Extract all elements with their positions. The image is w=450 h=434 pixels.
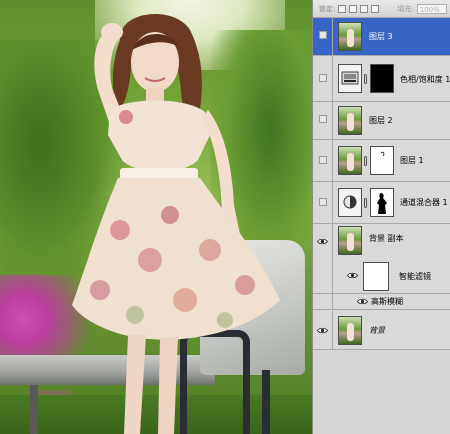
- layer-name[interactable]: 图层 1: [400, 156, 424, 166]
- smart-filter-mask-thumbnail[interactable]: [363, 262, 389, 291]
- visibility-cell[interactable]: [313, 102, 333, 139]
- layers-panel: 锁定: 填充: 100% 图层 3 色相/饱和度 1 图层 2 图层 1 通道混…: [312, 0, 450, 434]
- layer-row-layer-3[interactable]: 图层 3: [313, 18, 450, 56]
- layer-row-layer-1[interactable]: 图层 1: [313, 140, 450, 182]
- lock-label: 锁定:: [319, 4, 336, 13]
- woman-figure: [72, 13, 280, 434]
- layer-mask-thumbnail[interactable]: [370, 64, 394, 93]
- visibility-off-icon[interactable]: [319, 115, 327, 123]
- fill-input[interactable]: 100%: [416, 3, 447, 14]
- lock-toolbar: 锁定: 填充: 100%: [313, 0, 450, 18]
- adjustment-thumbnail: [338, 64, 362, 93]
- layer-name[interactable]: 通道混合器 1: [400, 198, 448, 208]
- panel-empty-area: [313, 350, 450, 434]
- mask-silhouette-icon: [377, 193, 387, 214]
- visibility-cell[interactable]: [313, 140, 333, 181]
- link-chain-icon[interactable]: [364, 156, 367, 166]
- visibility-cell[interactable]: [313, 182, 333, 223]
- eye-icon[interactable]: [317, 327, 328, 334]
- adjustment-thumbnail: [338, 188, 362, 217]
- link-chain-icon[interactable]: [364, 74, 367, 84]
- gaussian-blur-label[interactable]: 高斯模糊: [371, 297, 403, 307]
- visibility-cell: [313, 258, 333, 293]
- screenshot-root: 锁定: 填充: 100% 图层 3 色相/饱和度 1 图层 2 图层 1 通道混…: [0, 0, 450, 434]
- layer-row-background-copy[interactable]: 背景 副本: [313, 224, 450, 262]
- layer-row-hue-saturation[interactable]: 色相/饱和度 1: [313, 56, 450, 102]
- visibility-cell: [313, 294, 333, 309]
- layer-name[interactable]: 图层 2: [369, 116, 393, 126]
- layer-name[interactable]: 色相/饱和度 1: [400, 75, 450, 85]
- filter-eye-icon[interactable]: [357, 298, 368, 305]
- lock-position-icon[interactable]: [360, 4, 369, 13]
- layer-row-channel-mixer[interactable]: 通道混合器 1: [313, 182, 450, 224]
- lock-all-icon[interactable]: [371, 4, 380, 13]
- layer-name[interactable]: 背景 副本: [369, 234, 404, 244]
- layer-thumbnail: [338, 226, 362, 255]
- layer-mask-thumbnail[interactable]: [370, 188, 394, 217]
- layer-thumbnail: [338, 146, 362, 175]
- smart-filters-row[interactable]: 智能滤镜: [313, 258, 450, 294]
- layer-thumbnail: [338, 106, 362, 135]
- visibility-cell[interactable]: [313, 18, 333, 55]
- smart-filter-eye-icon[interactable]: [347, 272, 358, 279]
- gaussian-blur-row[interactable]: 高斯模糊: [313, 294, 450, 310]
- visibility-cell[interactable]: [313, 56, 333, 101]
- visibility-off-icon[interactable]: [319, 74, 327, 82]
- layer-thumbnail: [338, 316, 362, 345]
- layer-name[interactable]: 图层 3: [369, 32, 393, 42]
- visibility-off-icon[interactable]: [319, 156, 327, 164]
- visibility-cell[interactable]: [313, 224, 333, 262]
- channel-mixer-icon: [343, 195, 357, 209]
- lock-transparency-icon[interactable]: [338, 4, 347, 13]
- mask-shape-icon: [380, 151, 385, 157]
- layer-mask-thumbnail[interactable]: [370, 146, 394, 175]
- layer-name[interactable]: 背景: [369, 326, 385, 336]
- eye-icon[interactable]: [317, 238, 328, 245]
- smart-filters-label[interactable]: 智能滤镜: [399, 272, 431, 282]
- visibility-off-icon[interactable]: [319, 198, 327, 206]
- link-chain-icon[interactable]: [364, 198, 367, 208]
- layer-row-background[interactable]: 背景: [313, 311, 450, 350]
- layer-row-layer-2[interactable]: 图层 2: [313, 102, 450, 140]
- fill-label: 填充:: [397, 4, 414, 13]
- canvas-photo[interactable]: [0, 0, 312, 434]
- visibility-cell[interactable]: [313, 311, 333, 349]
- lock-image-icon[interactable]: [349, 4, 358, 13]
- layer-thumbnail: [338, 22, 362, 51]
- visibility-off-icon[interactable]: [319, 31, 327, 39]
- hue-saturation-icon: [341, 71, 359, 85]
